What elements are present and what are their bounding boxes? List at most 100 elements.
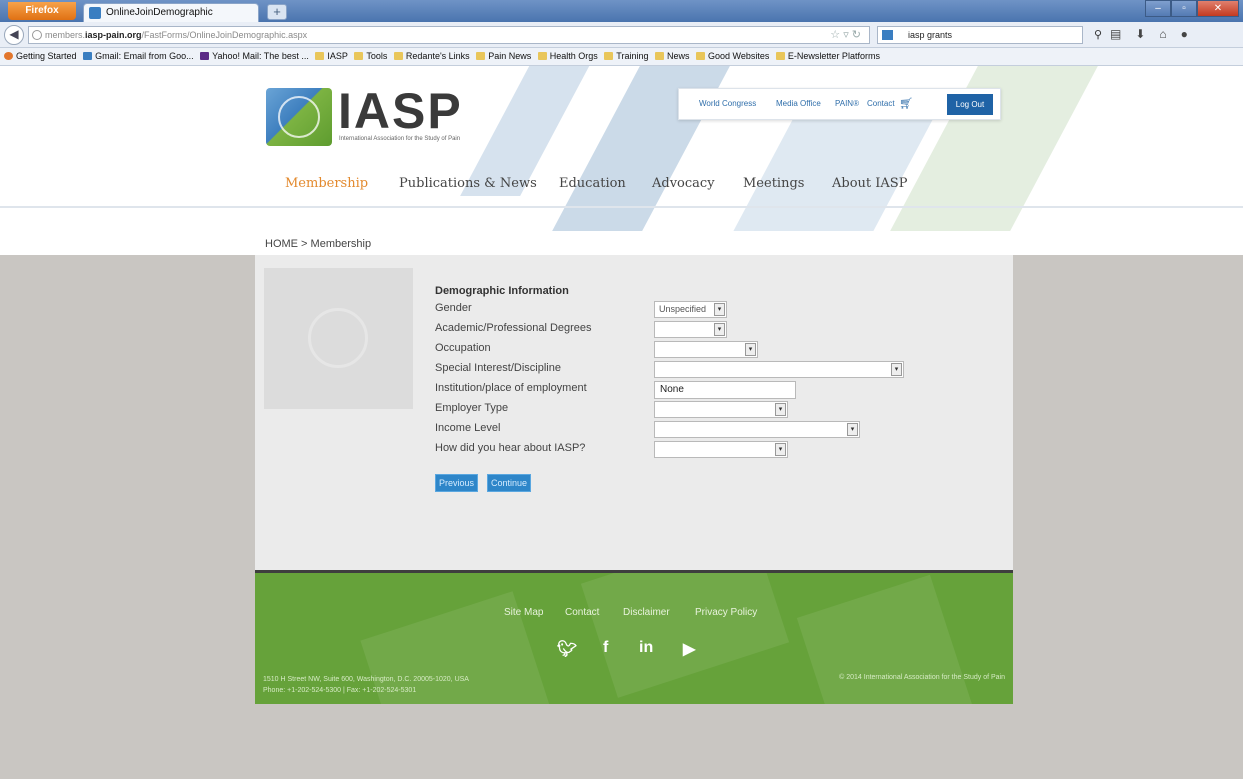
cart-icon[interactable]: 🛒︎ — [899, 89, 913, 119]
degrees-select[interactable]: ▾ — [654, 321, 727, 338]
form-title: Demographic Information — [435, 285, 569, 297]
main-content: HOME > Membership Demographic Informatio… — [255, 231, 1013, 570]
utility-nav: World Congress Media Office PAIN® Contac… — [678, 88, 1001, 120]
gender-label: Gender — [435, 302, 472, 314]
site-footer: Site Map Contact Disclaimer Privacy Poli… — [255, 570, 1013, 704]
back-arrow-icon[interactable]: ◀ — [4, 25, 24, 45]
home-icon[interactable]: ⌂ — [1159, 27, 1166, 41]
site-favicon-icon — [89, 7, 101, 19]
site-header: IASP International Association for the S… — [0, 66, 1243, 255]
toolbar-icons: ▤ ⬇ ⌂ ● — [1110, 27, 1188, 41]
folder-icon — [655, 52, 664, 60]
logo-subtitle: International Association for the Study … — [339, 136, 461, 142]
previous-button[interactable]: Previous — [435, 474, 479, 492]
bookmark-folder[interactable]: Training — [604, 48, 648, 65]
institution-input[interactable]: None — [654, 381, 796, 399]
footer-decoration — [580, 573, 790, 698]
bookmark-item[interactable]: Yahoo! Mail: The best ... — [200, 48, 309, 65]
logo-text: IASP — [338, 83, 463, 139]
footer-address: 1510 H Street NW, Suite 600, Washington,… — [263, 674, 469, 696]
folder-icon — [604, 52, 614, 60]
placeholder-image — [264, 268, 413, 409]
bookmark-icon — [83, 52, 93, 60]
util-link-contact[interactable]: Contact — [867, 89, 895, 119]
logout-button[interactable]: Log Out — [947, 94, 993, 115]
referral-select[interactable]: ▾ — [654, 441, 788, 458]
browser-titlebar: Firefox OnlineJoinDemographic + – ▫ ✕ — [0, 0, 1243, 22]
breadcrumb[interactable]: HOME > Membership — [265, 238, 371, 250]
bookmark-folder[interactable]: News — [655, 48, 690, 65]
watermark-globe-icon — [308, 308, 368, 368]
nav-about-iasp[interactable]: About IASP — [832, 176, 907, 191]
income-level-select[interactable]: ▾ — [654, 421, 860, 438]
url-bar[interactable]: members.iasp-pain.org/FastForms/OnlineJo… — [28, 26, 870, 44]
bookmark-folder[interactable]: IASP — [315, 48, 348, 65]
header-divider — [0, 206, 1243, 208]
chevron-down-icon: ▾ — [714, 323, 725, 336]
bookmark-folder[interactable]: Pain News — [476, 48, 531, 65]
degrees-label: Academic/Professional Degrees — [435, 322, 592, 334]
bookmark-item[interactable]: Gmail: Email from Goo... — [83, 48, 194, 65]
bookmark-folder[interactable]: Redante's Links — [393, 48, 470, 65]
nav-advocacy[interactable]: Advocacy — [652, 176, 715, 191]
address-line: 1510 H Street NW, Suite 600, Washington,… — [263, 676, 469, 683]
search-engine-icon[interactable] — [882, 30, 893, 40]
close-icon[interactable]: ✕ — [1197, 0, 1239, 17]
nav-membership[interactable]: Membership — [285, 176, 368, 191]
copyright: © 2014 International Association for the… — [839, 674, 1005, 681]
bookmark-item[interactable]: Getting Started — [4, 48, 77, 65]
addon-icon[interactable]: ● — [1181, 27, 1188, 41]
folder-icon — [775, 52, 785, 60]
tab-active[interactable]: OnlineJoinDemographic — [83, 3, 259, 22]
nav-education[interactable]: Education — [559, 176, 626, 191]
special-interest-select[interactable]: ▾ — [654, 361, 904, 378]
twitter-icon[interactable]: 🐦︎ — [557, 639, 577, 659]
occupation-select[interactable]: ▾ — [654, 341, 758, 358]
continue-button[interactable]: Continue — [487, 474, 532, 492]
income-level-label: Income Level — [435, 422, 501, 434]
util-link-media-office[interactable]: Media Office — [776, 89, 821, 119]
bookmarks-menu-icon[interactable]: ▤ — [1110, 27, 1121, 41]
minimize-icon[interactable]: – — [1145, 0, 1171, 17]
bookmark-folder[interactable]: Good Websites — [696, 48, 769, 65]
tab-title: OnlineJoinDemographic — [106, 7, 213, 18]
nav-meetings[interactable]: Meetings — [743, 176, 804, 191]
footer-link-privacy-policy[interactable]: Privacy Policy — [695, 607, 757, 618]
footer-link-site-map[interactable]: Site Map — [504, 607, 543, 618]
search-input[interactable]: iasp grants ⚲ — [877, 26, 1102, 44]
url-path: /FastForms/OnlineJoinDemographic.aspx — [141, 30, 308, 40]
folder-icon — [696, 52, 706, 60]
footer-link-contact[interactable]: Contact — [565, 607, 599, 618]
download-icon[interactable]: ⬇ — [1135, 27, 1145, 41]
util-link-pain[interactable]: PAIN® — [835, 89, 859, 119]
bookmark-folder[interactable]: Health Orgs — [537, 48, 598, 65]
phone-line: Phone: +1-202-524-5300 | Fax: +1-202-524… — [263, 687, 417, 694]
employer-type-label: Employer Type — [435, 402, 509, 414]
url-prefix: members. — [45, 30, 86, 40]
youtube-icon[interactable]: ▶ — [683, 639, 695, 659]
util-link-world-congress[interactable]: World Congress — [699, 89, 756, 119]
footer-link-disclaimer[interactable]: Disclaimer — [623, 607, 670, 618]
iasp-logo[interactable]: IASP International Association for the S… — [266, 83, 482, 148]
chevron-down-icon: ▾ — [775, 403, 786, 416]
new-tab-button[interactable]: + — [267, 4, 287, 20]
gender-select[interactable]: Unspecified ▾ — [654, 301, 727, 318]
url-host: iasp-pain.org — [85, 30, 142, 40]
breadcrumb-bar: HOME > Membership — [255, 231, 1013, 255]
folder-icon — [476, 52, 486, 60]
bookmark-folder[interactable]: E-Newsletter Platforms — [775, 48, 880, 65]
chevron-down-icon: ▾ — [847, 423, 858, 436]
footer-decoration — [796, 574, 974, 704]
facebook-icon[interactable]: f — [603, 639, 608, 657]
employer-type-select[interactable]: ▾ — [654, 401, 788, 418]
chevron-down-icon: ▾ — [745, 343, 756, 356]
firefox-menu-button[interactable]: Firefox — [8, 2, 76, 20]
restore-icon[interactable]: ▫ — [1171, 0, 1197, 17]
search-value: iasp grants — [908, 30, 953, 40]
folder-icon — [537, 52, 547, 60]
linkedin-icon[interactable]: in — [639, 639, 653, 657]
nav-publications-news[interactable]: Publications & News — [399, 176, 537, 191]
search-icon[interactable]: ⚲ — [1094, 27, 1102, 43]
bookmark-folder[interactable]: Tools — [354, 48, 387, 65]
bookmark-star-icon[interactable]: ☆ ▿ ↻ — [830, 27, 861, 43]
